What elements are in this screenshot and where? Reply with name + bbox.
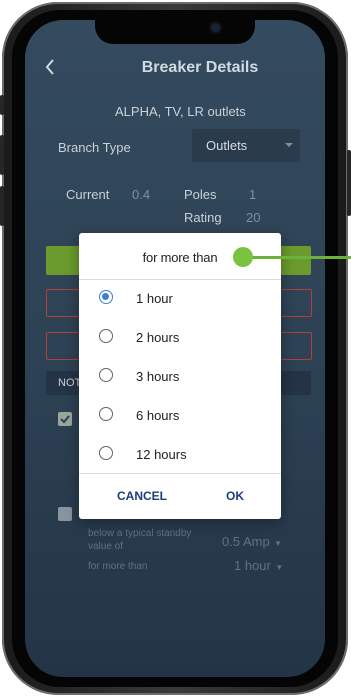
standby-value-dropdown[interactable]: 0.5 Amp ▼ — [222, 533, 292, 549]
dialog-divider-bottom — [79, 473, 281, 474]
poles-value: 1 — [249, 187, 257, 202]
radio-selected-icon[interactable] — [99, 290, 113, 304]
duration-value: 1 hour — [234, 558, 271, 573]
duration-picker-dialog: for more than 1 hour 2 hours 3 hours 6 h… — [79, 233, 281, 519]
standby-text-line2: value of — [88, 541, 124, 552]
notification-checkbox-1[interactable] — [58, 412, 72, 426]
callout-dot-icon — [233, 247, 253, 267]
duration-label: for more than — [88, 561, 148, 572]
side-button-volume-up — [0, 135, 4, 175]
back-chevron-icon[interactable] — [44, 57, 56, 77]
option-label: 1 hour — [136, 291, 173, 306]
duration-dropdown[interactable]: 1 hour ▼ — [234, 557, 294, 573]
option-2-hours[interactable]: 2 hours — [79, 318, 281, 357]
caret-down-icon: ▼ — [274, 539, 283, 548]
option-label: 3 hours — [136, 369, 180, 384]
option-1-hour[interactable]: 1 hour — [79, 279, 281, 318]
notification-checkbox-2[interactable] — [58, 507, 72, 521]
side-button-volume-down — [0, 186, 4, 226]
current-label: Current — [66, 187, 110, 202]
option-12-hours[interactable]: 12 hours — [79, 435, 281, 474]
option-6-hours[interactable]: 6 hours — [79, 396, 281, 435]
branch-type-value: Outlets — [206, 138, 248, 153]
phone-notch — [95, 18, 255, 44]
caret-down-icon — [285, 143, 293, 147]
rating-label: Rating — [184, 210, 222, 225]
current-value: 0.4 — [132, 187, 151, 202]
option-3-hours[interactable]: 3 hours — [79, 357, 281, 396]
radio-icon[interactable] — [99, 368, 113, 382]
option-label: 12 hours — [136, 447, 187, 462]
branch-type-label: Branch Type — [58, 140, 131, 155]
checkmark-icon — [60, 415, 70, 424]
notifications-section-label: NOT — [58, 377, 82, 389]
rating-value: 20 — [246, 210, 261, 225]
side-button-power — [347, 150, 351, 216]
breaker-name: ALPHA, TV, LR outlets — [115, 104, 246, 119]
caret-down-icon: ▼ — [275, 563, 284, 572]
standby-text-line1: below a typical standby — [88, 528, 192, 539]
front-camera-icon — [211, 23, 220, 32]
option-label: 6 hours — [136, 408, 180, 423]
option-label: 2 hours — [136, 330, 180, 345]
radio-icon[interactable] — [99, 329, 113, 343]
side-button-mute — [0, 95, 4, 115]
standby-value: 0.5 Amp — [222, 534, 270, 549]
branch-type-dropdown[interactable]: Outlets — [192, 129, 300, 162]
page-title: Breaker Details — [141, 59, 259, 76]
ok-button[interactable]: OK — [226, 489, 244, 503]
cancel-button[interactable]: CANCEL — [117, 489, 167, 503]
poles-label: Poles — [184, 187, 217, 202]
radio-icon[interactable] — [99, 446, 113, 460]
radio-icon[interactable] — [99, 407, 113, 421]
callout-line — [247, 256, 351, 259]
